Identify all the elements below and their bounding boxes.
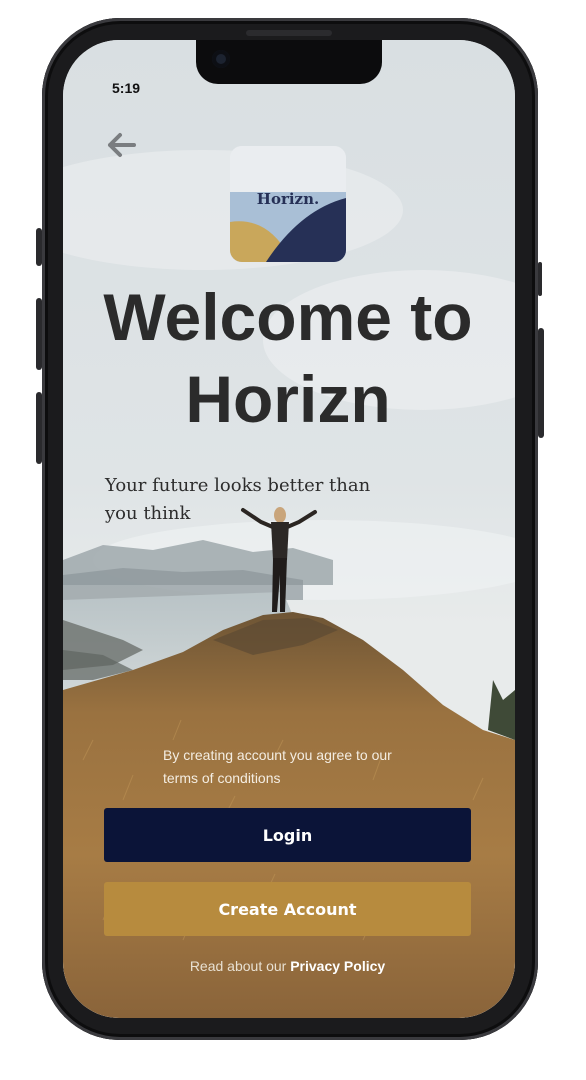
volume-down-button [36,392,42,464]
mute-switch [36,228,42,266]
welcome-line-1: Welcome to [103,280,473,354]
logo-wordmark: Horizn. [256,190,320,208]
tagline-line-1: Your future looks better than [105,475,371,496]
welcome-line-2: Horizn [185,362,391,436]
power-button [538,328,544,438]
terms-line-2: terms of conditions [163,770,281,786]
login-button[interactable]: Login [104,808,471,862]
back-button[interactable] [104,128,140,162]
app-logo: Horizn. [230,146,346,262]
privacy-prefix: Read about our [189,958,291,974]
side-notch [538,262,542,296]
tagline-line-2: you think [105,503,191,524]
create-account-button[interactable]: Create Account [104,882,471,936]
terms-line-1: By creating account you agree to our [163,747,392,763]
privacy-notice: Read about our Privacy Policy [104,958,471,974]
privacy-policy-link[interactable]: Privacy Policy [290,958,385,974]
status-bar-time: 5:19 [112,80,141,96]
speaker-grille [246,30,332,36]
tagline: Your future looks better than you think [105,472,405,528]
terms-notice: By creating account you agree to our ter… [163,744,433,790]
front-camera [212,50,230,68]
volume-up-button [36,298,42,370]
arrow-left-icon [108,133,136,157]
welcome-heading: Welcome to Horizn [80,276,496,440]
